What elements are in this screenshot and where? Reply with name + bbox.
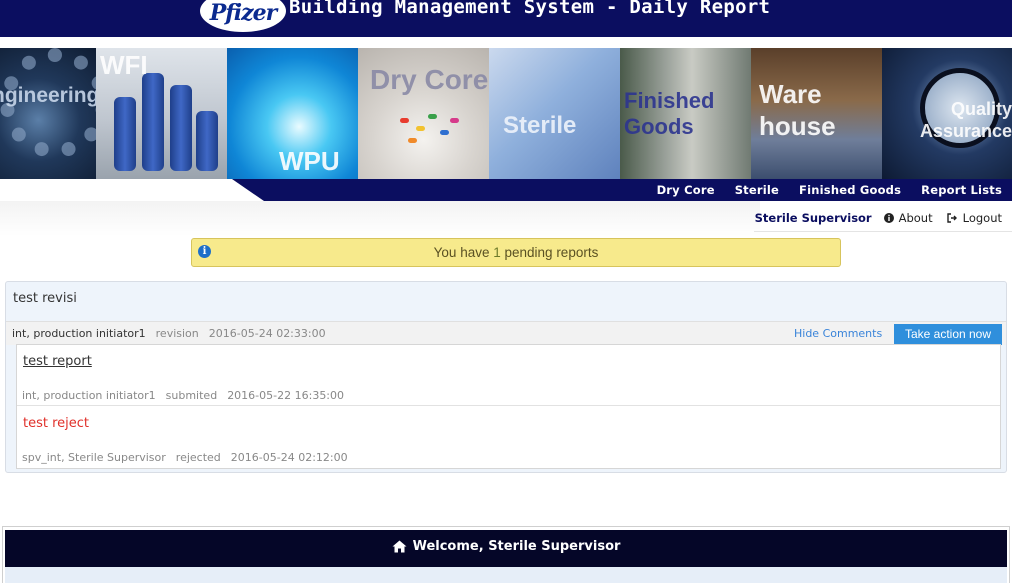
banner-tile-engineering: Engineering xyxy=(0,48,96,179)
user-bar-divider xyxy=(754,231,1012,232)
pump-icon xyxy=(170,85,192,171)
pill-icon xyxy=(440,130,449,135)
welcome-heading: Welcome, Sterile Supervisor xyxy=(5,539,1007,554)
banner-label-wpu: WPU xyxy=(279,146,340,176)
alert-prefix: You have xyxy=(433,245,490,260)
nav-item-report-lists[interactable]: Report Lists xyxy=(911,179,1012,201)
banner-label-engineering: Engineering xyxy=(0,84,96,107)
banner-tile-wfi: WFI xyxy=(96,48,227,179)
banner-label-finished-goods: Finished Goods xyxy=(624,88,715,139)
banner-tile-quality-assurance: Quality Assurance xyxy=(882,48,1012,179)
welcome-body xyxy=(5,567,1007,583)
banner-label-dry-core: Dry Core xyxy=(370,64,489,95)
comment-action: submited xyxy=(165,389,218,402)
comment-date: 2016-05-22 16:35:00 xyxy=(227,389,345,402)
comment-author: int, production initiator1 xyxy=(22,389,156,402)
banner-label-sterile: Sterile xyxy=(503,112,577,139)
about-label: About xyxy=(898,210,933,225)
banner-label-quality-assurance: Quality Assurance xyxy=(919,99,1012,141)
comment-item: test reject spv_int, Sterile Supervisor r… xyxy=(17,407,1000,468)
take-action-button[interactable]: Take action now xyxy=(894,324,1002,345)
current-user-name: Sterile Supervisor xyxy=(754,210,872,225)
report-title: test revisi xyxy=(13,291,77,306)
alert-suffix: pending reports xyxy=(504,245,599,260)
comment-action: rejected xyxy=(175,451,221,464)
logout-label: Logout xyxy=(962,210,1002,225)
pill-icon xyxy=(408,138,417,143)
home-icon xyxy=(392,540,407,553)
banner-tile-sterile: Sterile xyxy=(489,48,620,179)
app-title: Building Management System - Daily Repor… xyxy=(289,0,771,18)
app-header: Pfizer Building Management System - Dail… xyxy=(0,0,1012,37)
banner-tile-warehouse: Ware house xyxy=(751,48,882,179)
pfizer-logo: Pfizer xyxy=(200,0,286,32)
report-action: revision xyxy=(155,327,199,340)
comment-meta: int, production initiator1 submited 2016-0… xyxy=(22,389,354,402)
report-date: 2016-05-24 02:33:00 xyxy=(208,327,326,340)
welcome-header: Welcome, Sterile Supervisor xyxy=(5,530,1007,567)
header-gap xyxy=(0,37,1012,48)
about-link[interactable]: About xyxy=(883,210,933,225)
info-circle-icon xyxy=(883,212,894,223)
pending-reports-message: You have 1 pending reports xyxy=(192,245,840,260)
nav-item-dry-core[interactable]: Dry Core xyxy=(647,179,725,201)
banner-label-warehouse: Ware house xyxy=(759,79,836,141)
comment-text: test reject xyxy=(23,416,90,431)
pump-icon xyxy=(114,97,136,171)
banner-tile-dry-core: Dry Core xyxy=(358,48,489,179)
comment-author: spv_int, Sterile Supervisor xyxy=(22,451,166,464)
pill-icon xyxy=(428,114,437,119)
pill-icon xyxy=(450,118,459,123)
report-meta: int, production initiator1 revision 2016-0… xyxy=(12,327,326,340)
banner-label-wfi: WFI xyxy=(100,50,148,80)
department-banner: Engineering WFI WPU Dry Core Sterile Fin… xyxy=(0,48,1012,179)
pump-icon xyxy=(196,111,218,171)
comments-list: test report int, production initiator1 su… xyxy=(16,344,1001,469)
pump-icon xyxy=(142,73,164,171)
main-nav: Dry Core Sterile Finished Goods Report L… xyxy=(647,179,1012,201)
comment-text[interactable]: test report xyxy=(23,354,92,369)
hide-comments-link[interactable]: Hide Comments xyxy=(794,327,882,340)
report-author: int, production initiator1 xyxy=(12,327,146,340)
banner-tile-wpu: WPU xyxy=(227,48,358,179)
pill-icon xyxy=(400,118,409,123)
pending-count: 1 xyxy=(493,245,501,260)
logout-link[interactable]: Logout xyxy=(946,210,1002,225)
banner-tile-finished-goods: Finished Goods xyxy=(620,48,751,179)
comment-date: 2016-05-24 02:12:00 xyxy=(230,451,348,464)
pill-icon xyxy=(416,126,425,131)
report-meta-row: int, production initiator1 revision 2016-0… xyxy=(6,321,1006,345)
nav-item-sterile[interactable]: Sterile xyxy=(725,179,789,201)
report-panel: test revisi int, production initiator1 re… xyxy=(5,281,1007,473)
subheader-fade xyxy=(0,201,760,236)
user-bar: Sterile Supervisor About Logout xyxy=(755,205,1012,230)
sign-out-icon xyxy=(946,212,957,223)
pending-reports-alert: i You have 1 pending reports xyxy=(191,238,841,267)
comment-item: test report int, production initiator1 su… xyxy=(17,345,1000,406)
nav-item-finished-goods[interactable]: Finished Goods xyxy=(789,179,911,201)
welcome-label: Welcome, Sterile Supervisor xyxy=(412,539,621,554)
comment-meta: spv_int, Sterile Supervisor rejected 2016-… xyxy=(22,451,358,464)
